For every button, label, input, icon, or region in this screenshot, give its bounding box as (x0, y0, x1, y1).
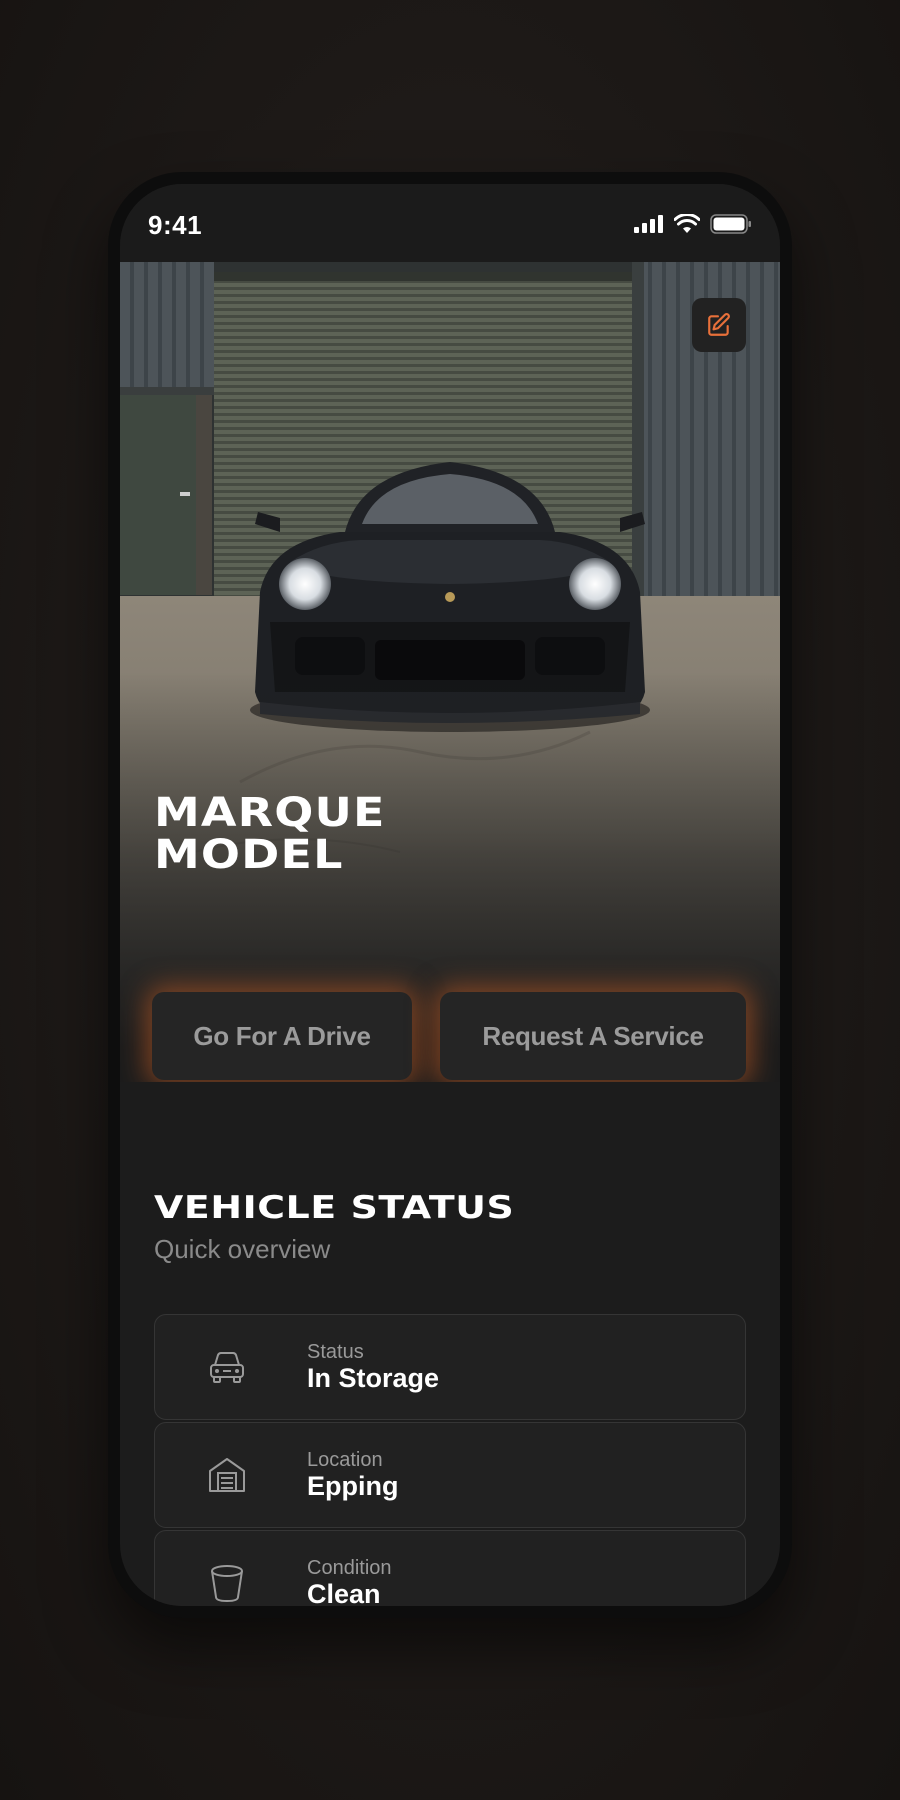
cellular-signal-icon (634, 215, 663, 233)
garage-icon (209, 1458, 245, 1492)
location-value: Epping (307, 1471, 399, 1501)
status-label: Status (307, 1341, 364, 1363)
hero-section: MARQUE MODEL Go For A Drive Request A Se… (120, 262, 780, 1082)
hero-gradient-overlay (120, 262, 780, 1082)
vehicle-title: MARQUE MODEL (154, 792, 386, 876)
status-value: In Storage (307, 1363, 440, 1393)
condition-value: Clean (307, 1579, 381, 1606)
vehicle-marque: MARQUE (154, 790, 386, 836)
section-subtitle: Quick overview (154, 1234, 331, 1264)
edit-icon (708, 313, 730, 336)
section-title: VEHICLE STATUS (154, 1190, 515, 1226)
bucket-icon (211, 1565, 243, 1602)
status-bar: 9:41 (120, 184, 780, 262)
vehicle-model: MODEL (154, 832, 344, 878)
go-for-a-drive-button[interactable]: Go For A Drive (152, 992, 412, 1080)
status-time: 9:41 (148, 210, 203, 240)
battery-icon (710, 214, 751, 234)
request-a-service-button[interactable]: Request A Service (440, 992, 746, 1080)
condition-card[interactable]: Condition Clean (154, 1530, 746, 1606)
app-screen: 9:41 MARQUE MODEL Go For A Drive Request… (120, 184, 780, 1606)
condition-label: Condition (307, 1557, 392, 1579)
location-card[interactable]: Location Epping (154, 1422, 746, 1528)
car-icon (210, 1352, 244, 1383)
location-label: Location (307, 1449, 383, 1471)
status-icons (634, 214, 752, 234)
status-card[interactable]: Status In Storage (154, 1314, 746, 1420)
wifi-icon (674, 214, 700, 233)
phone-frame: 9:41 MARQUE MODEL Go For A Drive Request… (108, 172, 792, 1618)
edit-button[interactable] (692, 298, 746, 352)
